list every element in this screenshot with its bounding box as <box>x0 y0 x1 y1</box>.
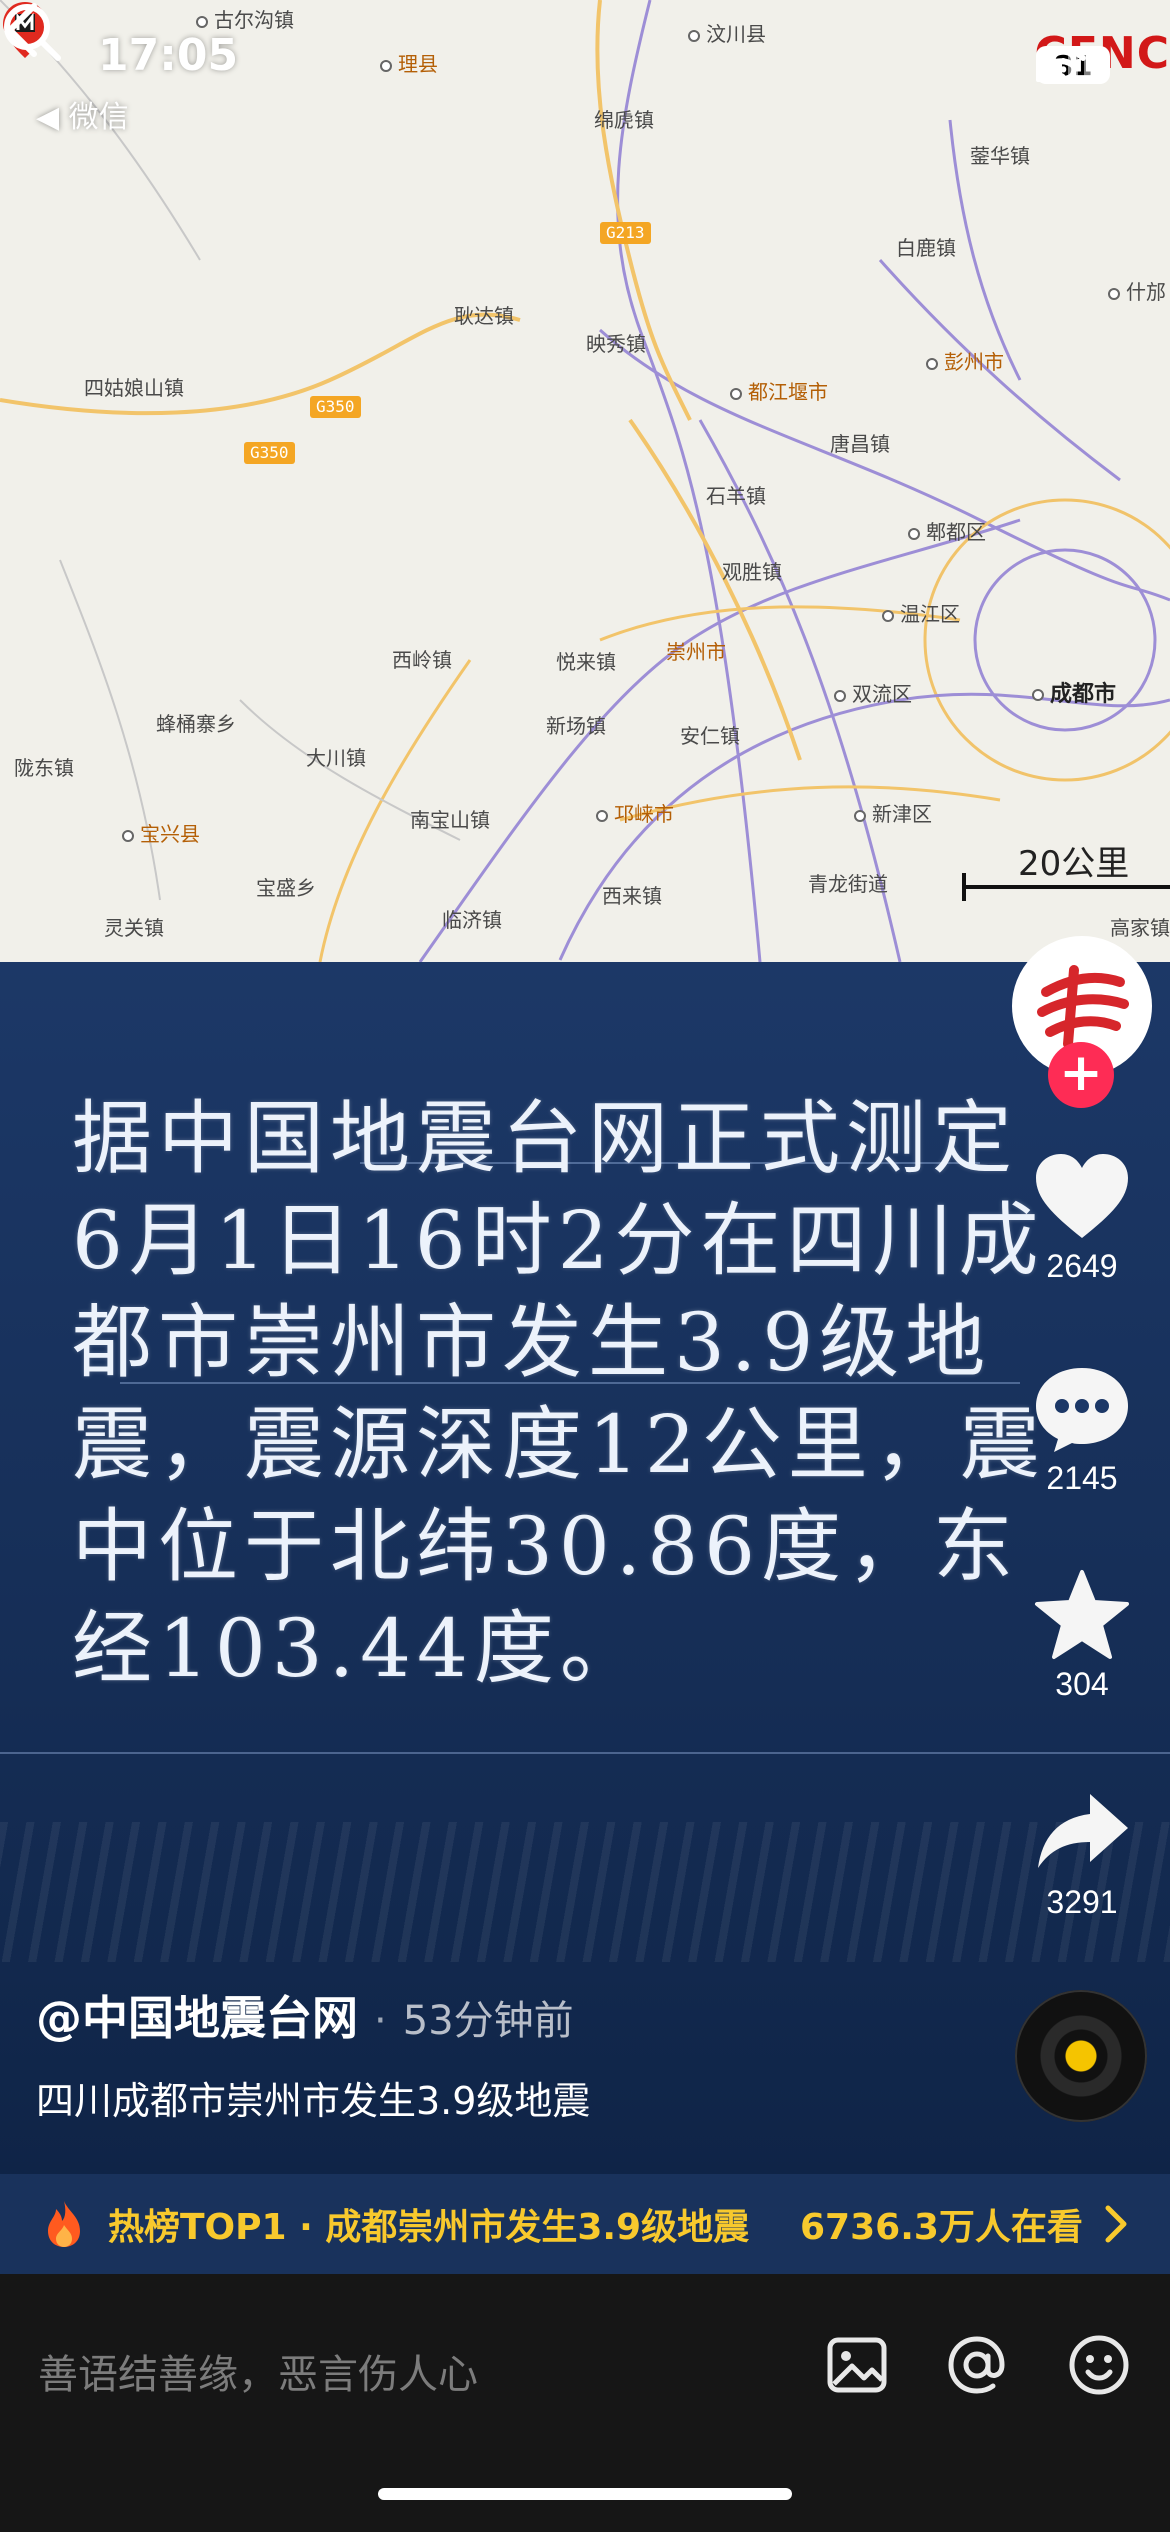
map-place: 双流区 <box>834 678 912 707</box>
map-place: 古尔沟镇 <box>196 4 294 33</box>
search-icon[interactable] <box>0 0 64 64</box>
map-place: 高家镇 <box>1110 916 1170 940</box>
video-headline: 据中国地震台网正式测定6月1日16时2分在四川成都市崇州市发生3.9级地震，震源… <box>72 1092 1046 1695</box>
at-icon[interactable] <box>944 2332 1010 2398</box>
comment-count: 2145 <box>1046 1460 1118 1496</box>
map-place: 崇州市 <box>666 640 726 664</box>
map-place: 新津区 <box>854 798 932 827</box>
author-line: @中国地震台网 · 53分钟前 <box>36 1982 574 2048</box>
home-indicator[interactable] <box>378 2488 792 2500</box>
decorative-line <box>0 1752 1170 1754</box>
heart-icon <box>1036 1154 1128 1238</box>
map-place: 郫都区 <box>908 516 986 545</box>
map-place: 宝盛乡 <box>256 876 316 900</box>
scale-label: 20公里 <box>1018 844 1130 884</box>
app-screen: 古尔沟镇 理县 汶川县 绵虒镇 耿达镇 映秀镇 都江堰市 四姑娘山镇 唐昌镇 石… <box>0 0 1170 2532</box>
status-icons: 81 <box>1036 46 1110 84</box>
road-badge: G350 <box>244 442 295 464</box>
share-button[interactable]: 3291 <box>1022 1786 1142 1921</box>
post-time: 53分钟前 <box>402 1998 574 2044</box>
share-count: 3291 <box>1046 1884 1118 1920</box>
hot-list-label: 热榜TOP1 · 成都崇州市发生3.9级地震 <box>108 2207 750 2248</box>
emoji-icon[interactable] <box>1066 2332 1132 2398</box>
map-place: 石羊镇 <box>706 484 766 508</box>
map-place: 彭州市 <box>926 346 1004 375</box>
star-icon <box>1035 1570 1129 1659</box>
hot-list-views: 6736.3万人在看 <box>800 2207 1083 2248</box>
wifi-icon <box>1036 46 1086 83</box>
map-place: 观胜镇 <box>722 560 782 584</box>
map-place: 都江堰市 <box>730 376 828 405</box>
hot-list-bar[interactable]: 热榜TOP1 · 成都崇州市发生3.9级地震 6736.3万人在看 <box>0 2174 1170 2274</box>
map-place: 悦来镇 <box>556 650 616 674</box>
favorite-count: 304 <box>1055 1666 1109 1702</box>
decorative-stripes <box>0 1822 1170 1962</box>
map-place: 临济镇 <box>442 908 502 932</box>
map-place: 绵虒镇 <box>594 108 654 132</box>
map-place: 理县 <box>380 48 438 77</box>
map-place: 新场镇 <box>546 714 606 738</box>
map-place: 映秀镇 <box>586 332 646 356</box>
music-disc-icon[interactable] <box>1015 1990 1147 2122</box>
comment-bar: 善语结善缘，恶言伤人心 <box>0 2274 1170 2532</box>
map-place: 蜂桶寨乡 <box>156 712 236 736</box>
map-place: 温江区 <box>882 598 960 627</box>
fire-icon <box>48 2201 80 2247</box>
favorite-button[interactable]: 304 <box>1022 1568 1142 1703</box>
map-place: 陇东镇 <box>14 756 74 780</box>
earthquake-map: 古尔沟镇 理县 汶川县 绵虒镇 耿达镇 映秀镇 都江堰市 四姑娘山镇 唐昌镇 石… <box>0 0 1170 962</box>
map-place: 耿达镇 <box>454 304 514 328</box>
author-separator: · <box>374 1998 387 2044</box>
map-place: 什邡 <box>1108 276 1166 305</box>
follow-button[interactable]: + <box>1048 1042 1114 1108</box>
map-place: 西来镇 <box>602 884 662 908</box>
map-place: 邛崃市 <box>596 798 674 827</box>
map-place: 四姑娘山镇 <box>84 376 184 400</box>
map-place: 南宝山镇 <box>410 808 490 832</box>
road-badge: G350 <box>310 396 361 418</box>
post-description: 四川成都市崇州市发生3.9级地震 <box>36 2079 591 2123</box>
map-place: 大川镇 <box>306 746 366 770</box>
share-icon <box>1038 1794 1128 1868</box>
map-place: 安仁镇 <box>680 724 740 748</box>
map-place: 成都市 <box>1032 676 1116 708</box>
scale-bar <box>965 885 1170 889</box>
map-place: 西岭镇 <box>392 648 452 672</box>
back-to-wechat-link[interactable]: ◀ 微信 <box>36 92 129 136</box>
map-place: 蓥华镇 <box>970 144 1030 168</box>
comment-input[interactable]: 善语结善缘，恶言伤人心 <box>38 2342 478 2400</box>
map-place: 灵关镇 <box>104 916 164 940</box>
map-place: 汶川县 <box>688 18 766 47</box>
road-badge: G213 <box>600 222 651 244</box>
map-place: 宝兴县 <box>122 818 200 847</box>
map-place: 青龙街道 <box>808 872 888 896</box>
author-name[interactable]: @中国地震台网 <box>36 1991 358 2045</box>
image-icon[interactable] <box>824 2332 890 2398</box>
chevron-right-icon <box>1105 2205 1127 2243</box>
map-place: 白鹿镇 <box>896 236 956 260</box>
comment-icon <box>1036 1368 1128 1452</box>
like-count: 2649 <box>1046 1248 1118 1284</box>
map-place: 唐昌镇 <box>830 432 890 456</box>
status-time: 17:05 <box>98 30 239 81</box>
comment-button[interactable]: 2145 <box>1022 1362 1142 1497</box>
like-button[interactable]: 2649 <box>1022 1150 1142 1285</box>
